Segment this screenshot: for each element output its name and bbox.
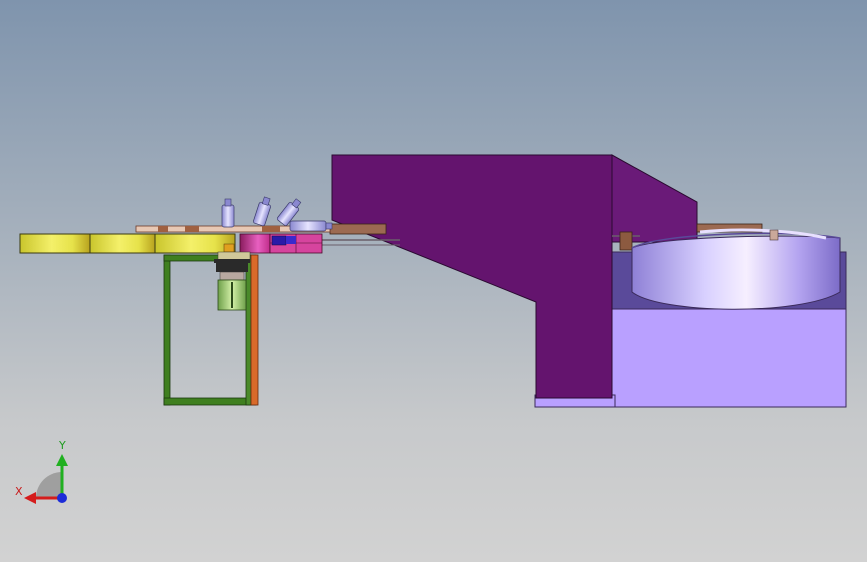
triad-graphic [24,454,68,504]
bottle-tilted [253,196,271,227]
coordinate-triad: Y X [10,440,80,510]
assembly-model[interactable] [0,0,867,562]
y-axis-arrow [56,454,68,466]
vibratory-bowl[interactable] [631,228,841,310]
z-axis-dot [57,493,67,503]
cad-viewport[interactable]: Y X [0,0,867,562]
bottle-upright [221,198,235,228]
rotary-actuator[interactable] [216,262,248,311]
y-axis-label: Y [59,439,66,452]
x-axis-label: X [15,485,23,498]
x-axis-arrow [24,492,36,504]
conveyor-belt[interactable] [19,233,236,254]
bottle-lying [289,220,333,232]
